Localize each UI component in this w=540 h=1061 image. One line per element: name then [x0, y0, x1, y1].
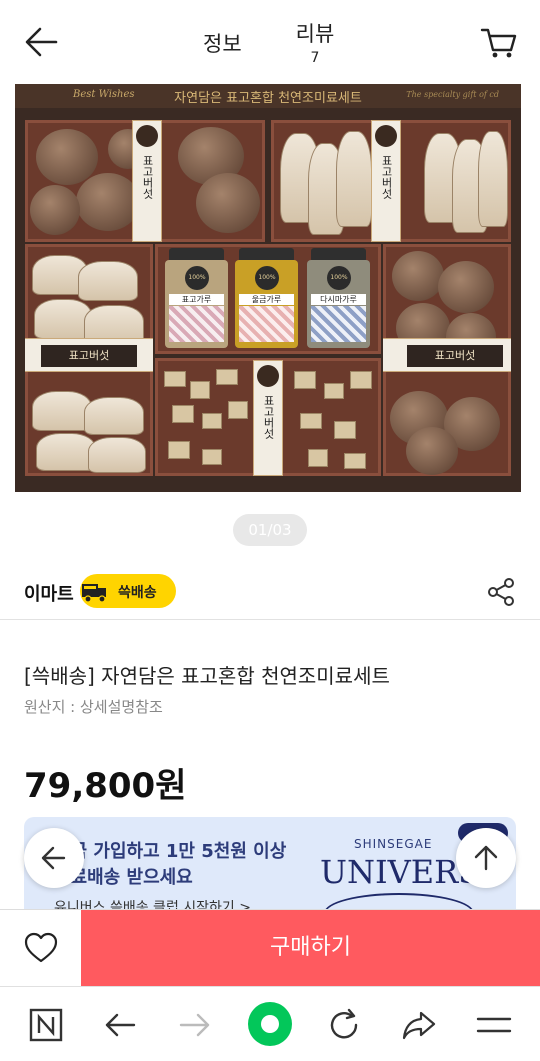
image-page-indicator: 01/03	[233, 514, 307, 546]
jar-shiitake-powder: 100% 표고가루	[165, 248, 228, 348]
label-mushroom-1: 표고버섯	[132, 120, 162, 242]
section-divider	[0, 619, 540, 620]
box-tagline-text: The specialty gift of cd	[406, 90, 499, 99]
app-header: 정보 리뷰 7	[0, 0, 540, 84]
delivery-truck-icon	[82, 584, 106, 603]
product-origin: 원산지 : 상세설명참조	[24, 698, 163, 716]
green-dot-icon[interactable]	[246, 1000, 294, 1048]
back-arrow-icon	[41, 846, 66, 870]
back-arrow-icon[interactable]	[22, 24, 62, 60]
label-mushroom-3: 표고버섯	[25, 338, 153, 372]
product-title: [쓱배송] 자연담은 표고혼합 천연조미료세트	[24, 664, 390, 688]
banner-line-1: 지금 가입하고 1만 5천원 이상	[54, 841, 287, 862]
label-mushroom-2: 표고버섯	[371, 120, 401, 242]
floating-back-button[interactable]	[24, 828, 84, 888]
refresh-icon[interactable]	[324, 1005, 364, 1045]
ssg-delivery-badge: 쓱배송	[80, 574, 176, 608]
banner-brand-small: SHINSEGAE	[354, 837, 433, 851]
browser-toolbar	[0, 986, 540, 1061]
tab-review[interactable]: 리뷰 7	[290, 18, 340, 66]
scroll-to-top-button[interactable]	[456, 828, 516, 888]
product-image[interactable]: Best Wishes 자연담은 표고혼합 천연조미료세트 The specia…	[15, 84, 521, 492]
label-mushroom-4: 표고버섯	[253, 360, 283, 476]
review-count: 7	[310, 50, 320, 66]
jar-turmeric-powder: 100% 울금가루	[235, 248, 298, 348]
scroll-top-icon	[474, 845, 498, 871]
seller-name[interactable]: 이마트	[24, 580, 74, 606]
jar-kelp-powder: 100% 다시마가루	[307, 248, 370, 348]
browser-forward-icon[interactable]	[175, 1005, 215, 1045]
share-forward-icon[interactable]	[399, 1005, 439, 1045]
heart-icon	[24, 932, 58, 963]
label-mushroom-5: 표고버섯	[383, 338, 511, 372]
cart-icon[interactable]	[478, 24, 518, 60]
product-price: 79,800원	[24, 766, 187, 806]
tab-info[interactable]: 정보	[203, 28, 242, 58]
buy-button[interactable]: 구매하기	[81, 910, 540, 986]
wishlist-button[interactable]	[0, 910, 81, 986]
naver-n-icon[interactable]	[26, 1005, 66, 1045]
menu-icon[interactable]	[474, 1005, 514, 1045]
share-icon[interactable]	[485, 576, 517, 608]
browser-back-icon[interactable]	[100, 1005, 140, 1045]
tab-review-label: 리뷰	[295, 22, 335, 46]
ssg-delivery-label: 쓱배송	[118, 585, 157, 601]
